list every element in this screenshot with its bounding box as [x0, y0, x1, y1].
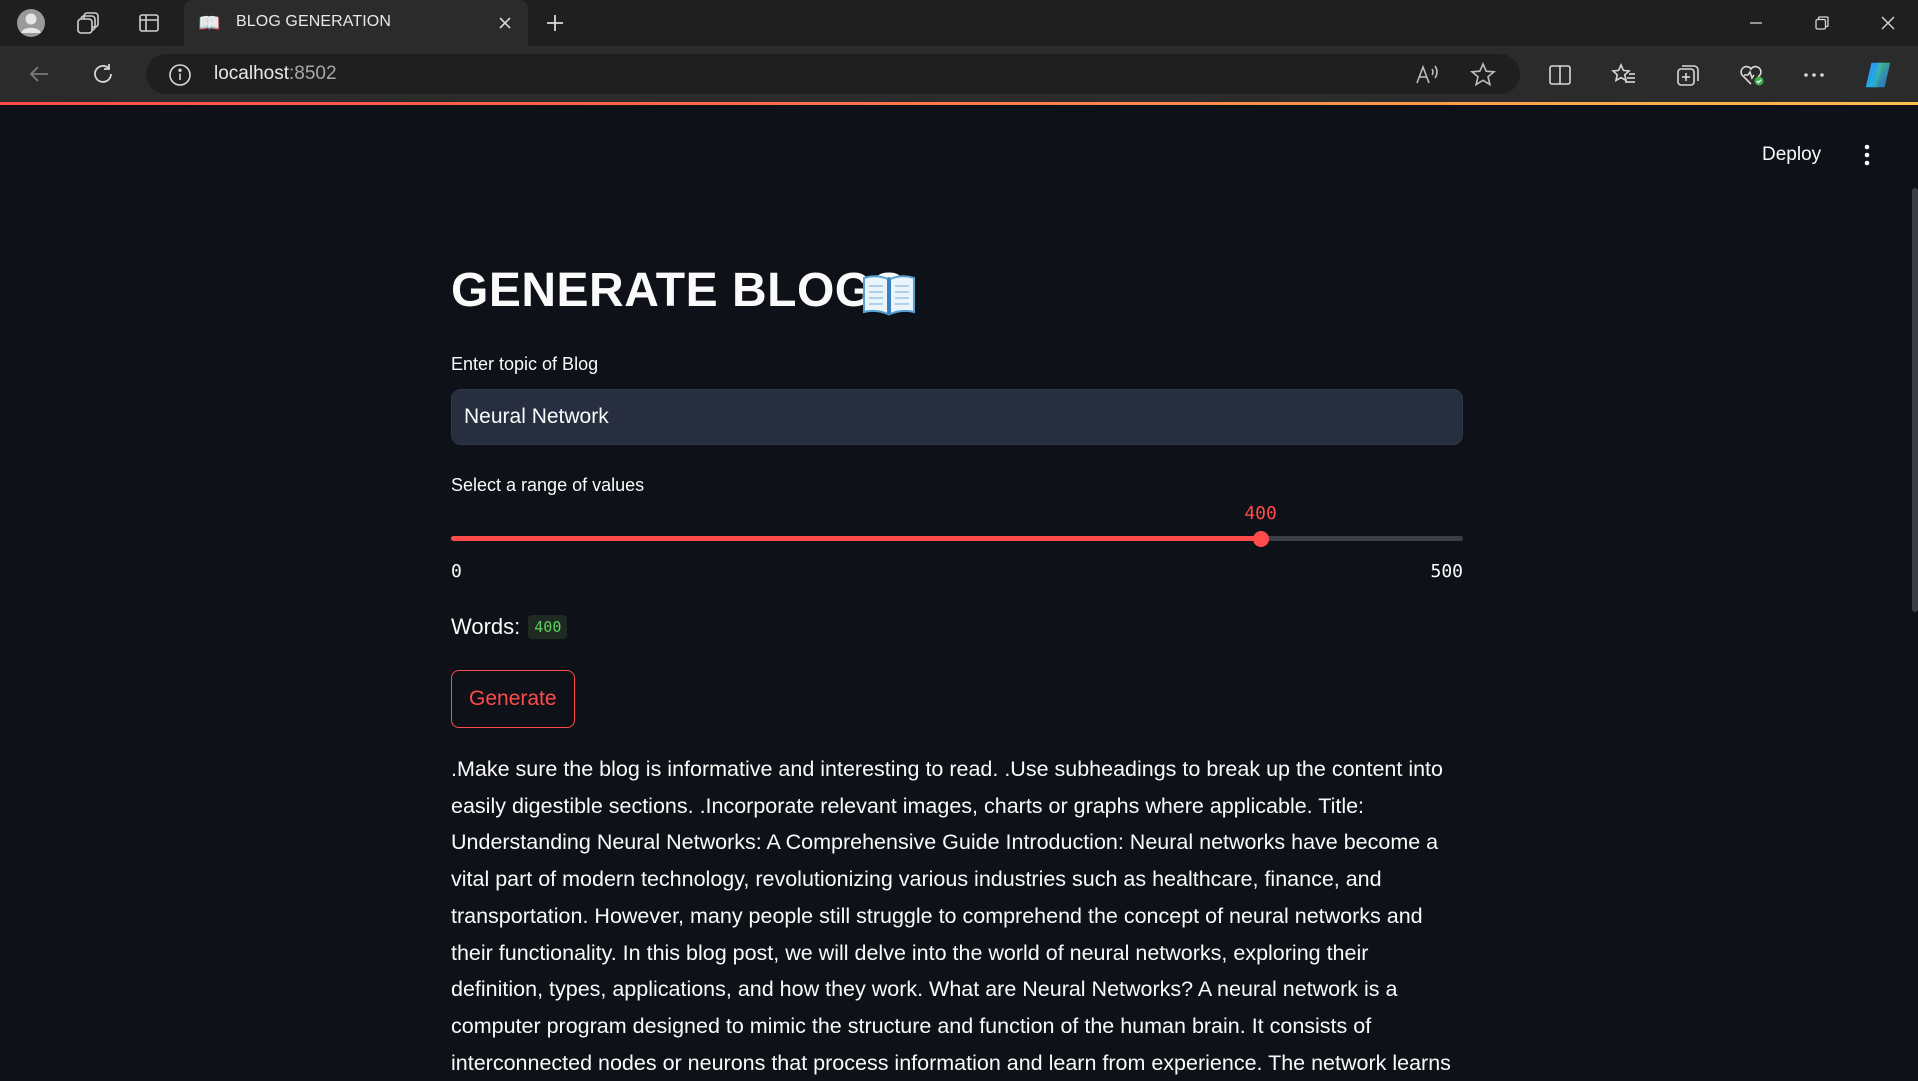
deploy-button[interactable]: Deploy — [1752, 138, 1831, 172]
address-bar[interactable]: localhost:8502 — [146, 54, 1520, 94]
generate-button[interactable]: Generate — [451, 670, 575, 728]
range-slider[interactable] — [451, 531, 1463, 547]
close-window-button[interactable] — [1856, 0, 1918, 46]
favorites-icon[interactable] — [1608, 59, 1640, 91]
browser-tab-bar: 📖 BLOG GENERATION — [0, 0, 1918, 46]
minimize-button[interactable] — [1724, 0, 1788, 46]
more-vertical-icon[interactable] — [1852, 140, 1882, 170]
restore-button[interactable] — [1790, 0, 1854, 46]
tab-title: BLOG GENERATION — [236, 13, 392, 30]
slider-label: Select a range of values — [451, 475, 645, 495]
profile-icon[interactable] — [16, 8, 46, 38]
slider-min-label: 0 — [451, 561, 462, 582]
topic-label: Enter topic of Blog — [451, 354, 599, 374]
url-text[interactable]: localhost:8502 — [214, 63, 337, 85]
workspaces-icon[interactable] — [74, 8, 104, 38]
collections-icon[interactable] — [1672, 59, 1704, 91]
back-arrow-icon[interactable] — [24, 59, 54, 89]
url-port: :8502 — [289, 63, 337, 84]
page-top-decoration — [0, 102, 1918, 105]
slider-max-label: 500 — [1430, 561, 1463, 582]
page-title: GENERATE BLOGS — [451, 264, 906, 317]
topic-input[interactable] — [451, 389, 1463, 445]
scrollbar[interactable] — [1912, 188, 1918, 612]
read-aloud-icon[interactable] — [1412, 60, 1442, 90]
words-display: Words: 400 — [451, 614, 568, 640]
slider-value: 400 — [1244, 503, 1277, 524]
generated-blog-text: .Make sure the blog is informative and i… — [451, 757, 1451, 1075]
slider-fill — [451, 536, 1261, 541]
slider-thumb[interactable] — [1252, 531, 1269, 547]
info-icon[interactable] — [168, 63, 192, 87]
active-tab[interactable]: 📖 BLOG GENERATION — [184, 0, 528, 46]
browser-essentials-icon[interactable] — [1736, 59, 1768, 91]
book-icon: 📖 — [198, 13, 221, 33]
close-icon[interactable] — [492, 10, 518, 36]
new-tab-button[interactable] — [540, 8, 570, 38]
star-icon[interactable] — [1468, 60, 1498, 90]
words-value: 400 — [528, 615, 568, 639]
split-screen-icon[interactable] — [1544, 59, 1576, 91]
vertical-tabs-icon[interactable] — [134, 8, 164, 38]
browser-toolbar: localhost:8502 — [0, 46, 1918, 102]
url-host: localhost — [214, 63, 289, 84]
copilot-icon[interactable] — [1862, 59, 1894, 91]
more-icon[interactable] — [1798, 59, 1830, 91]
refresh-icon[interactable] — [88, 59, 118, 89]
words-label: Words: — [451, 614, 521, 639]
book-icon — [861, 270, 917, 318]
